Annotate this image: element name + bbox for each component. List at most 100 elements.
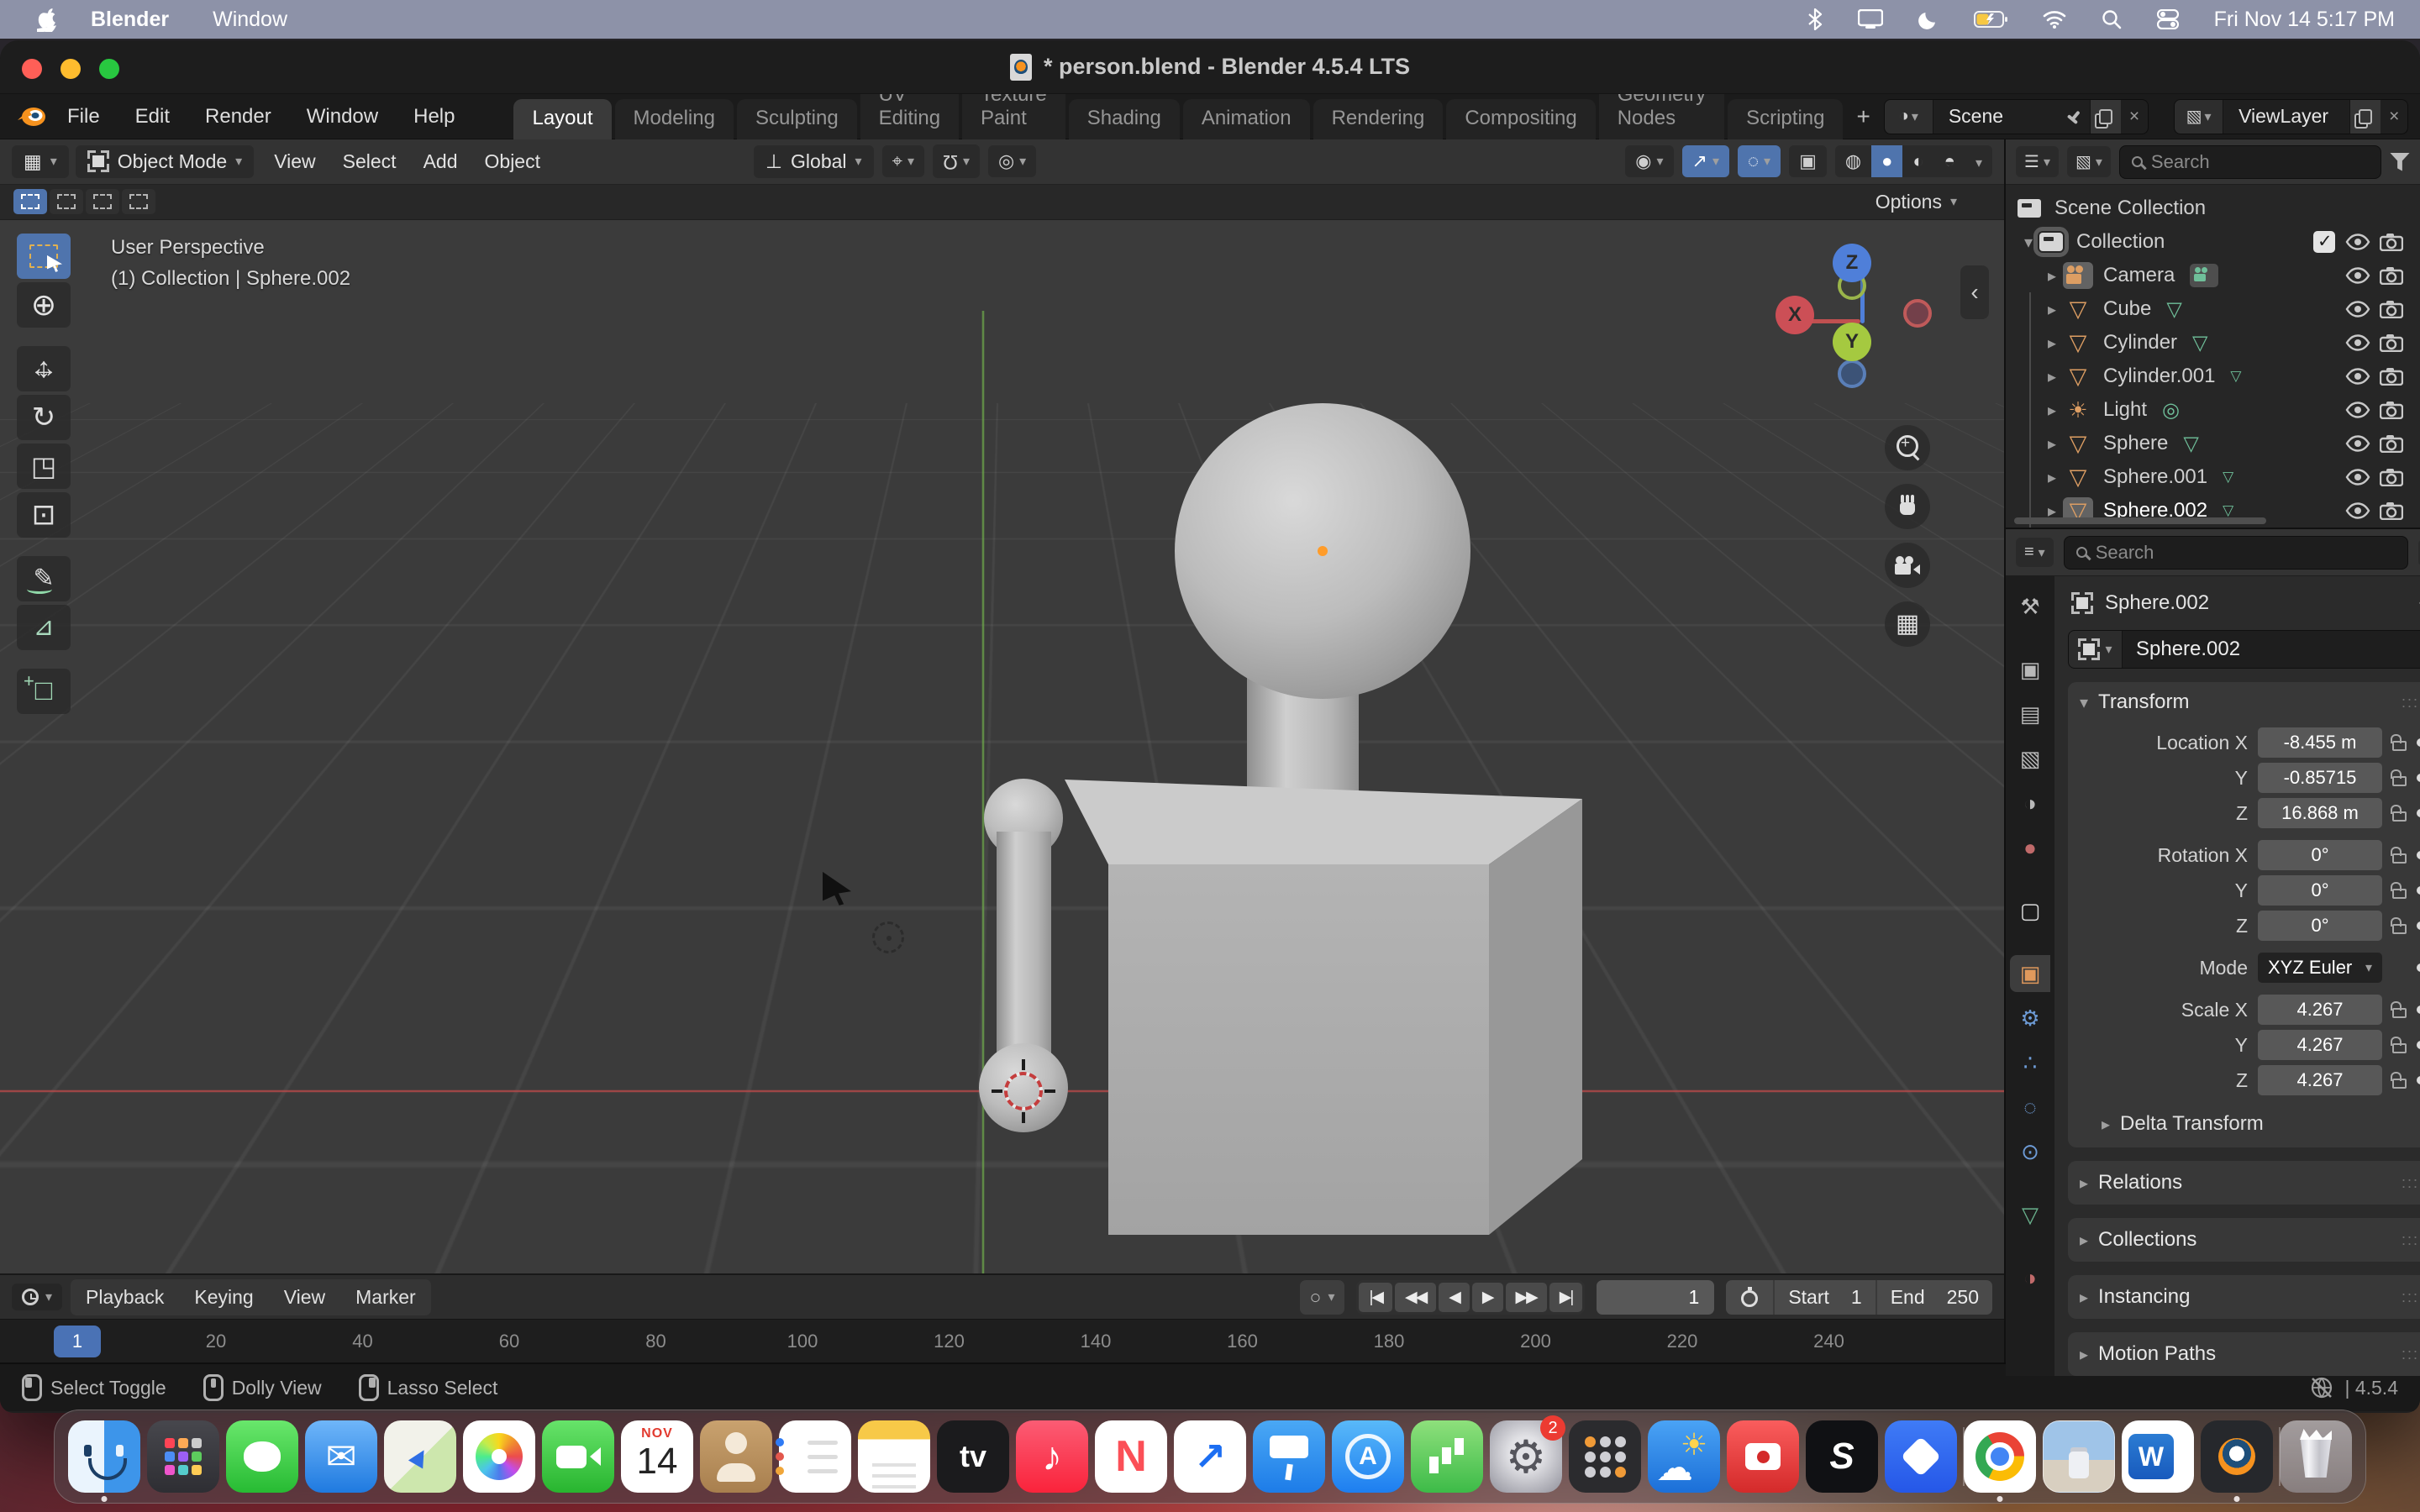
outliner-object-row[interactable]: Light bbox=[2006, 393, 2420, 427]
visibility-dropdown[interactable]: ◉▾ bbox=[1625, 145, 1673, 177]
select-mode-new-button[interactable] bbox=[13, 189, 47, 214]
animate-dot[interactable] bbox=[2417, 809, 2420, 817]
workspace-tab[interactable]: Scripting bbox=[1728, 99, 1843, 139]
collapse-arrow-icon[interactable] bbox=[2018, 232, 2039, 253]
breadcrumb-object-name[interactable]: Sphere.002 bbox=[2105, 591, 2209, 615]
disable-in-renders-toggle[interactable] bbox=[2375, 501, 2408, 520]
viewport-menu-item[interactable]: View bbox=[260, 145, 329, 177]
view-layer[interactable] bbox=[2010, 740, 2050, 777]
select-mode-invert-button[interactable] bbox=[122, 189, 155, 214]
tool[interactable] bbox=[2010, 588, 2050, 625]
disable-in-renders-toggle[interactable] bbox=[2375, 434, 2408, 453]
dock-item[interactable] bbox=[1648, 1420, 1720, 1493]
dock-item[interactable] bbox=[2043, 1420, 2115, 1493]
dock-item[interactable]: S bbox=[1806, 1420, 1878, 1493]
Relations[interactable]: ▸Relations:::: bbox=[2068, 1161, 2420, 1205]
dock-item[interactable] bbox=[147, 1420, 219, 1493]
window-titlebar[interactable]: * person.blend - Blender 4.5.4 LTS bbox=[0, 40, 2420, 94]
viewlayer-name[interactable]: ViewLayer bbox=[2223, 105, 2349, 128]
hide-in-viewport-toggle[interactable] bbox=[2341, 334, 2375, 351]
y-axis-ball[interactable]: Y bbox=[1833, 323, 1871, 361]
new-scene-button[interactable] bbox=[2090, 100, 2121, 134]
outliner-display-mode-dropdown[interactable]: ☰▾ bbox=[2016, 146, 2059, 177]
properties-search-input[interactable]: Search bbox=[2064, 536, 2408, 570]
lock-icon[interactable] bbox=[2392, 1079, 2407, 1089]
delta-transform-panel-header[interactable]: ▸Delta Transform bbox=[2080, 1112, 2420, 1136]
disable-in-renders-toggle[interactable] bbox=[2375, 333, 2408, 352]
dock-item[interactable] bbox=[1174, 1420, 1246, 1493]
delete-viewlayer-button[interactable]: × bbox=[2381, 100, 2407, 134]
apple-menu-icon[interactable] bbox=[37, 7, 59, 32]
dock-item[interactable] bbox=[1885, 1420, 1957, 1493]
control-center-icon[interactable] bbox=[2157, 9, 2179, 29]
dock-item[interactable] bbox=[858, 1420, 930, 1493]
disable-in-renders-toggle[interactable] bbox=[2375, 367, 2408, 386]
close-window-button[interactable] bbox=[22, 59, 42, 79]
lock-icon[interactable] bbox=[2392, 924, 2407, 934]
lock-icon[interactable] bbox=[2392, 741, 2407, 751]
battery-icon[interactable] bbox=[1974, 11, 2007, 28]
snap-target-dropdown[interactable]: ⌖▾ bbox=[882, 145, 924, 177]
dock-item[interactable] bbox=[2280, 1420, 2352, 1493]
workspace-tab[interactable]: Modeling bbox=[615, 99, 734, 139]
material-preview-button[interactable]: ◐ bbox=[1902, 145, 1933, 177]
topbar-menu-item[interactable]: Window bbox=[307, 105, 378, 128]
disable-in-renders-toggle[interactable] bbox=[2375, 233, 2408, 251]
outliner-scrollbar[interactable] bbox=[2014, 517, 2266, 524]
dock-item[interactable] bbox=[1016, 1420, 1088, 1493]
hide-in-viewport-toggle[interactable] bbox=[2341, 301, 2375, 318]
dock-item[interactable]: 2 bbox=[1490, 1420, 1562, 1493]
previous-keyframe-button[interactable]: ◀◀ bbox=[1395, 1283, 1436, 1312]
use-preview-range-toggle[interactable] bbox=[1726, 1281, 1773, 1313]
Marker[interactable]: Marker bbox=[340, 1279, 431, 1315]
rotation-mode-dropdown[interactable]: XYZ Euler▾ bbox=[2258, 953, 2382, 983]
spotlight-search-icon[interactable] bbox=[2102, 9, 2122, 29]
value-field[interactable]: 0° bbox=[2258, 875, 2382, 906]
disable-in-renders-toggle[interactable] bbox=[2375, 300, 2408, 318]
dock-item[interactable]: NOV 14 bbox=[621, 1420, 693, 1493]
render[interactable] bbox=[2010, 651, 2050, 688]
proportional-editing-toggle[interactable]: ◎▾ bbox=[988, 145, 1036, 177]
animate-dot[interactable] bbox=[2417, 851, 2420, 859]
animate-dot[interactable] bbox=[2417, 886, 2420, 895]
outliner-search-input[interactable]: Search bbox=[2119, 145, 2381, 179]
hide-in-viewport-toggle[interactable] bbox=[2341, 234, 2375, 250]
dock-item[interactable] bbox=[1964, 1420, 2036, 1493]
menubar-window-menu[interactable]: Window bbox=[213, 8, 287, 32]
outliner-filter-dropdown[interactable]: ▧▾ bbox=[2067, 146, 2111, 177]
3d-viewport[interactable]: Options▾ User Perspective (1) Collection… bbox=[0, 185, 2004, 1273]
hide-in-viewport-toggle[interactable] bbox=[2341, 402, 2375, 418]
viewport-menu-item[interactable]: Add bbox=[410, 145, 471, 177]
workspace-tab[interactable]: Rendering bbox=[1313, 99, 1444, 139]
Instancing[interactable]: ▸Instancing:::: bbox=[2068, 1275, 2420, 1319]
dock-item[interactable]: W bbox=[2122, 1420, 2194, 1493]
shading-dropdown[interactable]: ▾ bbox=[1965, 145, 1992, 177]
workspace-tab[interactable]: Layout bbox=[513, 99, 611, 139]
value-field[interactable]: -8.455 m bbox=[2258, 727, 2382, 758]
outliner-object-row[interactable]: Cylinder.001 bbox=[2006, 360, 2420, 393]
dock-item[interactable] bbox=[1727, 1420, 1799, 1493]
dock-item[interactable] bbox=[463, 1420, 535, 1493]
expand-arrow-icon[interactable] bbox=[2041, 333, 2063, 354]
Playback[interactable]: Playback bbox=[71, 1279, 179, 1315]
animate-dot[interactable] bbox=[2417, 1041, 2420, 1049]
value-field[interactable]: 4.267 bbox=[2258, 1030, 2382, 1060]
object-data[interactable] bbox=[2010, 1196, 2050, 1233]
value-field[interactable]: 4.267 bbox=[2258, 995, 2382, 1025]
scale-tool[interactable] bbox=[17, 444, 71, 489]
world[interactable] bbox=[2010, 829, 2050, 866]
material[interactable] bbox=[2010, 1259, 2050, 1296]
dock-item[interactable] bbox=[226, 1420, 298, 1493]
wifi-icon[interactable] bbox=[2043, 10, 2066, 29]
value-field[interactable]: 4.267 bbox=[2258, 1065, 2382, 1095]
dock-item[interactable] bbox=[2201, 1420, 2273, 1493]
hide-in-viewport-toggle[interactable] bbox=[2341, 435, 2375, 452]
disable-in-renders-toggle[interactable] bbox=[2375, 401, 2408, 419]
navigation-gizmo[interactable]: Z X Y bbox=[1781, 244, 1940, 403]
dock-item[interactable] bbox=[1569, 1420, 1641, 1493]
minus-z-axis-ball[interactable] bbox=[1838, 360, 1866, 388]
hide-in-viewport-toggle[interactable] bbox=[2341, 368, 2375, 385]
current-frame-indicator[interactable]: 1 bbox=[54, 1326, 101, 1357]
dock-item[interactable] bbox=[305, 1420, 377, 1493]
expand-arrow-icon[interactable] bbox=[2041, 467, 2063, 488]
